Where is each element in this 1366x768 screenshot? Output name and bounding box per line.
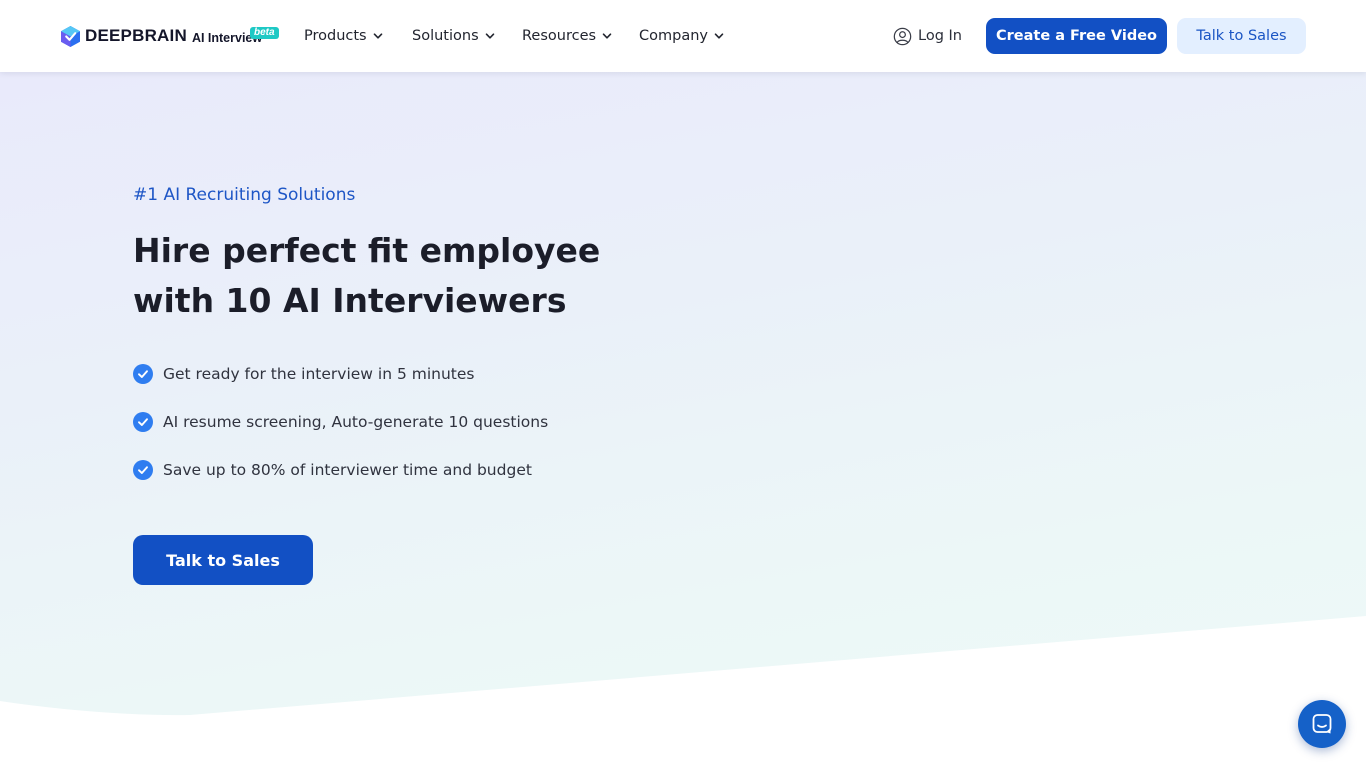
check-circle-icon [133,460,153,480]
feature-text: AI resume screening, Auto-generate 10 qu… [163,413,549,431]
feature-text: Get ready for the interview in 5 minutes [163,365,475,383]
feature-list: Get ready for the interview in 5 minutes… [133,363,548,507]
talk-to-sales-header-button[interactable]: Talk to Sales [1177,18,1306,54]
beta-badge: beta [250,27,279,39]
logo-brand: DEEPBRAIN [85,26,187,45]
chevron-down-icon [373,33,382,39]
deepbrain-logo-icon [61,25,80,47]
chevron-down-icon [485,33,494,39]
nav-resources[interactable]: Resources [522,24,612,48]
chevron-down-icon [602,33,612,39]
nav-solutions[interactable]: Solutions [412,24,495,48]
nav-products[interactable]: Products [304,24,383,48]
feature-item: Save up to 80% of interviewer time and b… [133,459,548,481]
check-circle-icon [133,364,153,384]
hero-headline-line2: with 10 AI Interviewers [133,281,567,320]
logo[interactable]: DEEPBRAIN AI Interview beta [61,24,279,48]
login-link[interactable]: Log In [893,24,962,48]
nav-company[interactable]: Company [639,24,724,48]
user-circle-icon [893,27,912,45]
feature-item: AI resume screening, Auto-generate 10 qu… [133,411,548,433]
nav-company-label: Company [639,28,708,44]
nav-resources-label: Resources [522,28,597,44]
chat-bubble-icon [1312,714,1332,734]
hero-section: #1 AI Recruiting Solutions Hire perfect … [0,72,1366,768]
create-free-video-button[interactable]: Create a Free Video [986,18,1167,54]
talk-to-sales-hero-button[interactable]: Talk to Sales [133,535,313,585]
nav-solutions-label: Solutions [412,28,479,44]
hero-eyebrow: #1 AI Recruiting Solutions [133,185,356,205]
feature-text: Save up to 80% of interviewer time and b… [163,461,532,479]
nav-products-label: Products [304,28,367,44]
chevron-down-icon [714,33,724,39]
site-header: DEEPBRAIN AI Interview beta Products Sol… [0,0,1366,72]
chat-launcher-button[interactable] [1298,700,1346,748]
check-circle-icon [133,412,153,432]
feature-item: Get ready for the interview in 5 minutes [133,363,548,385]
login-label: Log In [918,28,962,44]
hero-headline-line1: Hire perfect fit employee [133,231,601,270]
hero-headline: Hire perfect fit employee with 10 AI Int… [133,226,733,326]
